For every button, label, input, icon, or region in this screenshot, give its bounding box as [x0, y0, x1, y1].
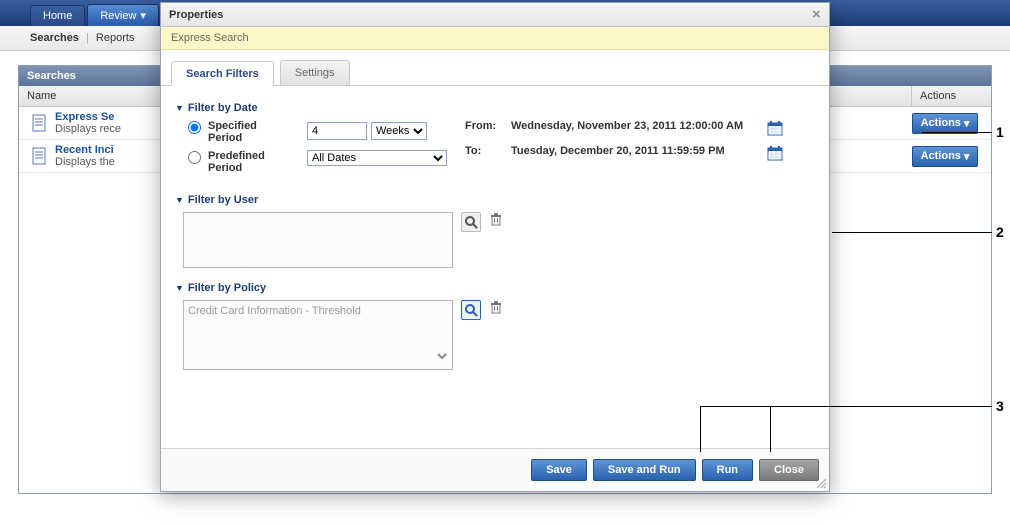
- nav-tab-home[interactable]: Home: [30, 5, 85, 26]
- from-value: Wednesday, November 23, 2011 12:00:00 AM: [511, 120, 761, 132]
- period-inputs: Weeks All Dates: [307, 120, 447, 166]
- radio-label: Specified Period: [208, 120, 293, 144]
- from-to: From: Wednesday, November 23, 2011 12:00…: [465, 120, 783, 164]
- callout-2: 2: [996, 224, 1004, 240]
- callout-line: [700, 406, 701, 452]
- from-label: From:: [465, 120, 505, 132]
- calendar-icon[interactable]: [767, 120, 783, 139]
- actions-label: Actions: [921, 150, 961, 162]
- chevron-down-icon: ▾: [964, 117, 970, 130]
- section-filter-by-date[interactable]: ▼ Filter by Date: [175, 102, 815, 114]
- radio-specified-period[interactable]: Specified Period: [183, 120, 293, 144]
- search-icon[interactable]: [461, 300, 481, 320]
- dialog-body: ▼ Filter by Date Specified Period Predef…: [161, 86, 829, 448]
- section-filter-by-policy[interactable]: ▼ Filter by Policy: [175, 282, 815, 294]
- actions-button[interactable]: Actions ▾: [912, 113, 979, 134]
- filter-date-body: Specified Period Predefined Period Weeks…: [175, 120, 815, 180]
- search-link[interactable]: Express Se: [55, 111, 114, 123]
- policy-item: Credit Card Information - Threshold: [188, 305, 448, 317]
- chevron-down-icon: ▾: [964, 150, 970, 163]
- filter-user-body: [175, 212, 815, 268]
- search-icon[interactable]: [461, 212, 481, 232]
- radio-predefined-period[interactable]: Predefined Period: [183, 150, 293, 174]
- dialog-tabs: Search Filters Settings: [161, 50, 829, 86]
- callout-line: [832, 232, 992, 233]
- policy-list-box[interactable]: Credit Card Information - Threshold: [183, 300, 453, 370]
- period-number-input[interactable]: [307, 122, 367, 140]
- dialog-subtitle: Express Search: [161, 27, 829, 50]
- filter-policy-body: Credit Card Information - Threshold: [175, 300, 815, 370]
- section-label: Filter by User: [188, 194, 258, 206]
- actions-label: Actions: [921, 117, 961, 129]
- section-label: Filter by Policy: [188, 282, 266, 294]
- collapse-icon: ▼: [175, 103, 184, 113]
- save-button[interactable]: Save: [531, 459, 587, 481]
- col-actions[interactable]: Actions: [911, 86, 991, 106]
- user-list-box[interactable]: [183, 212, 453, 268]
- chevron-down-icon: ▾: [140, 9, 146, 22]
- section-filter-by-user[interactable]: ▼ Filter by User: [175, 194, 815, 206]
- run-button[interactable]: Run: [702, 459, 753, 481]
- document-icon: [25, 146, 55, 166]
- search-desc: Displays rece: [55, 123, 121, 135]
- tab-search-filters[interactable]: Search Filters: [171, 61, 274, 86]
- scroll-down-icon[interactable]: [188, 350, 448, 365]
- search-link[interactable]: Recent Inci: [55, 144, 114, 156]
- save-and-run-button[interactable]: Save and Run: [593, 459, 696, 481]
- dialog-title-bar[interactable]: Properties ✕: [161, 3, 829, 27]
- resize-grip-icon[interactable]: [815, 477, 827, 489]
- dialog-title: Properties: [169, 9, 223, 21]
- close-button[interactable]: Close: [759, 459, 819, 481]
- close-icon[interactable]: ✕: [812, 8, 821, 21]
- tab-settings[interactable]: Settings: [280, 60, 350, 85]
- calendar-icon[interactable]: [767, 145, 783, 164]
- to-label: To:: [465, 145, 505, 157]
- dialog-footer: Save Save and Run Run Close: [161, 448, 829, 491]
- nav-tab-label: Review: [100, 10, 136, 22]
- callout-3: 3: [996, 398, 1004, 414]
- period-unit-select[interactable]: Weeks: [371, 122, 427, 140]
- trash-icon[interactable]: [489, 212, 503, 229]
- callout-1: 1: [996, 124, 1004, 140]
- document-icon: [25, 113, 55, 133]
- radio-input[interactable]: [188, 121, 201, 134]
- callout-line: [770, 406, 771, 452]
- section-label: Filter by Date: [188, 102, 258, 114]
- search-desc: Displays the: [55, 156, 115, 168]
- divider: |: [86, 32, 89, 44]
- radio-input[interactable]: [188, 151, 201, 164]
- radio-label: Predefined Period: [208, 150, 293, 174]
- predefined-select[interactable]: All Dates: [307, 150, 447, 166]
- callout-line: [922, 132, 992, 133]
- collapse-icon: ▼: [175, 283, 184, 293]
- nav-tab-review[interactable]: Review ▾: [87, 4, 159, 26]
- actions-button[interactable]: Actions ▾: [912, 146, 979, 167]
- nav-tab-label: Home: [43, 10, 72, 22]
- to-value: Tuesday, December 20, 2011 11:59:59 PM: [511, 145, 761, 157]
- callout-line: [700, 406, 992, 407]
- period-radio-group: Specified Period Predefined Period: [183, 120, 293, 180]
- trash-icon[interactable]: [489, 300, 503, 317]
- subnav-searches[interactable]: Searches: [30, 32, 79, 44]
- properties-dialog: Properties ✕ Express Search Search Filte…: [160, 2, 830, 492]
- subnav-reports[interactable]: Reports: [96, 32, 135, 44]
- collapse-icon: ▼: [175, 195, 184, 205]
